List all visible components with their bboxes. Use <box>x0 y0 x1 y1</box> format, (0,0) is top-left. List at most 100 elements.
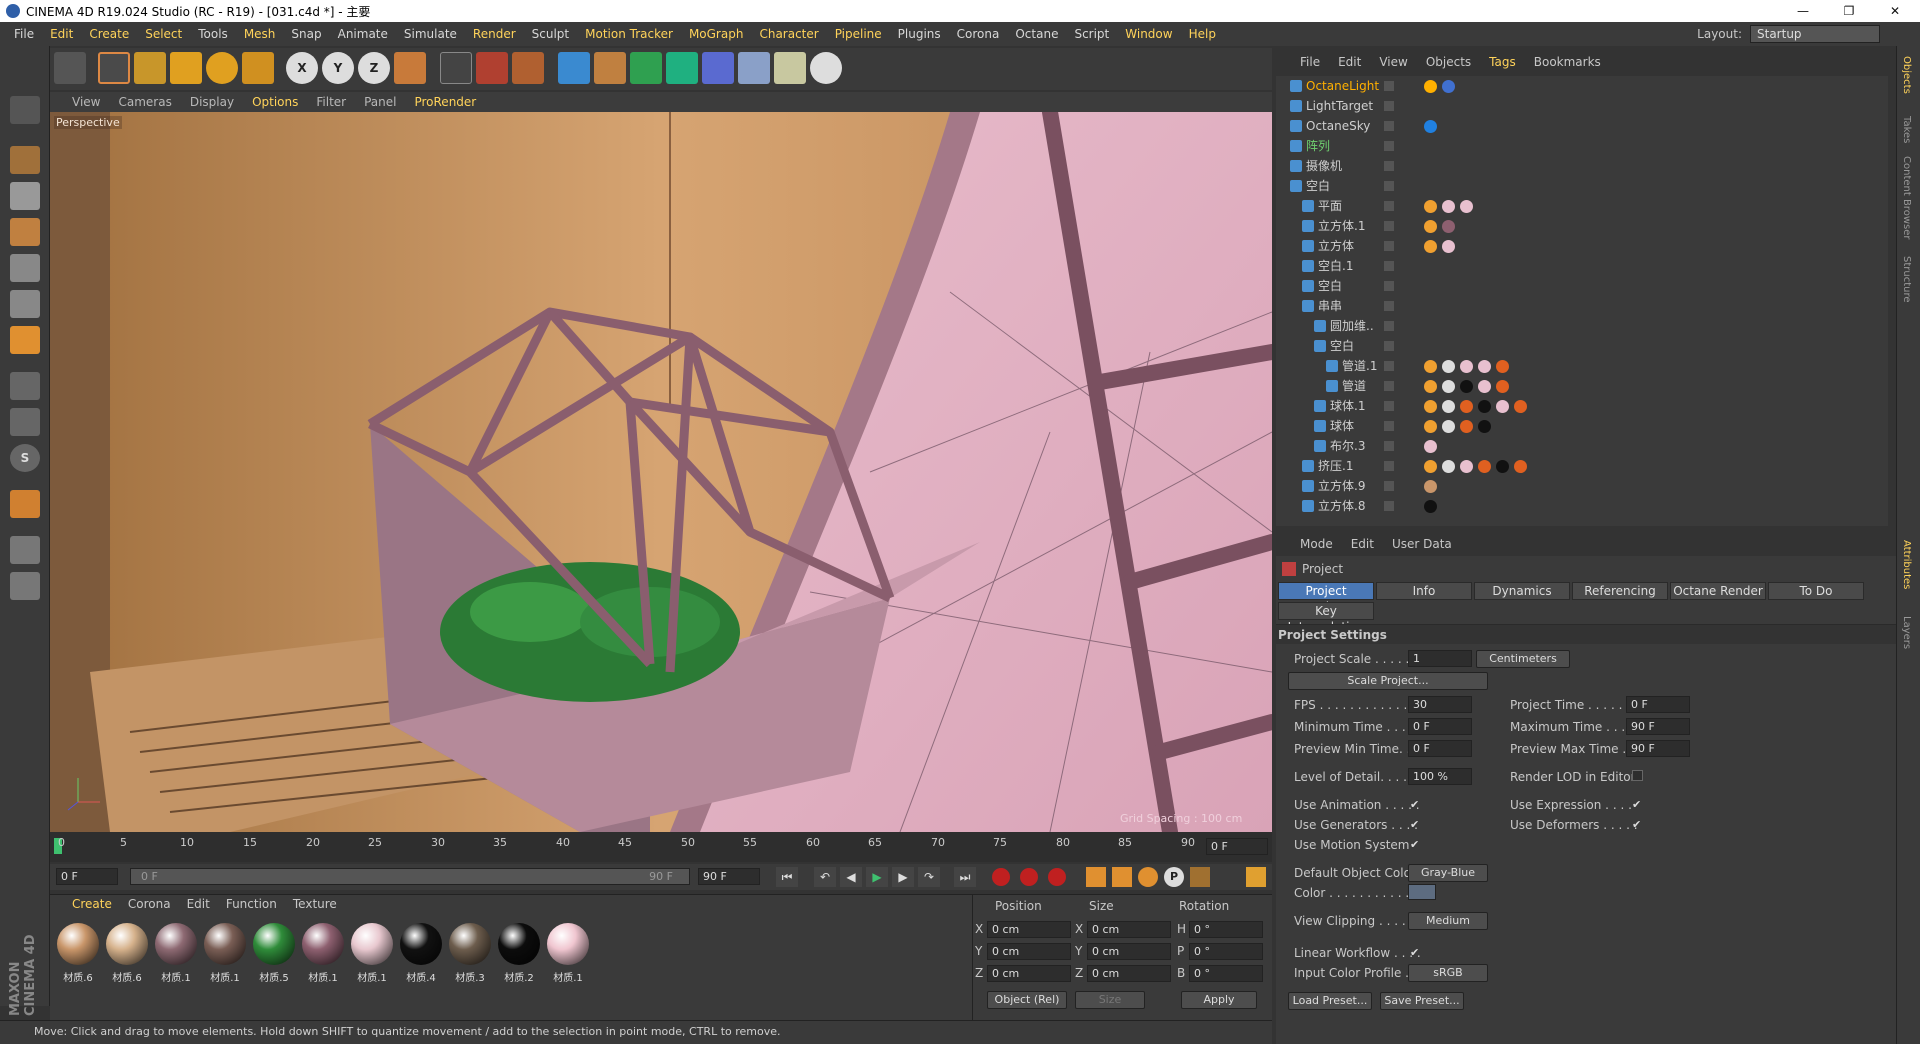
tab-project-settings[interactable]: Project Settings <box>1278 582 1374 614</box>
menu-simulate[interactable]: Simulate <box>404 27 457 41</box>
material-swatch[interactable]: 材质.1 <box>350 923 394 993</box>
tag-icon[interactable] <box>1496 460 1509 473</box>
object-row[interactable]: 空白 <box>1276 276 1888 296</box>
menu-corona[interactable]: Corona <box>957 27 1000 41</box>
size-field[interactable]: 0 cm <box>1087 943 1171 960</box>
menu-snap[interactable]: Snap <box>291 27 321 41</box>
tag-icon[interactable] <box>1424 220 1437 233</box>
menu-mograph[interactable]: MoGraph <box>689 27 744 41</box>
side-tab-takes[interactable]: Takes <box>1901 116 1912 143</box>
object-row[interactable]: 阵列 <box>1276 136 1888 156</box>
tag-icon[interactable] <box>1442 400 1455 413</box>
object-name[interactable]: 空白 <box>1306 176 1330 196</box>
object-row[interactable]: 立方体.8 <box>1276 496 1888 516</box>
timeline-window-icon[interactable] <box>1246 867 1266 887</box>
previous-key-icon[interactable]: ↶ <box>814 867 836 887</box>
tag-icon[interactable] <box>1442 380 1455 393</box>
object-name[interactable]: 球体.1 <box>1330 396 1365 416</box>
light-icon[interactable] <box>810 52 842 84</box>
visibility-toggle[interactable] <box>1384 321 1394 331</box>
camera-icon[interactable] <box>774 52 806 84</box>
object-name[interactable]: 挤压.1 <box>1318 456 1353 476</box>
magnet-icon[interactable] <box>10 490 40 518</box>
objects-menu-objects[interactable]: Objects <box>1426 55 1471 69</box>
viewport-menu-filter[interactable]: Filter <box>316 95 346 109</box>
close-button[interactable]: ✕ <box>1872 0 1918 22</box>
side-tab-content-browser[interactable]: Content Browser <box>1901 156 1912 239</box>
apply-button[interactable]: Apply <box>1181 991 1257 1009</box>
scale-tool-icon[interactable] <box>170 52 202 84</box>
rotation-field[interactable]: 0 ° <box>1189 965 1263 982</box>
current-frame-field[interactable]: 0 F <box>1206 838 1268 855</box>
material-menu-create[interactable]: Create <box>72 897 112 917</box>
object-row[interactable]: 立方体.1 <box>1276 216 1888 236</box>
solo-icon[interactable] <box>10 572 40 600</box>
object-row[interactable]: 空白 <box>1276 176 1888 196</box>
object-name[interactable]: 空白 <box>1330 336 1354 356</box>
object-row[interactable]: 空白.1 <box>1276 256 1888 276</box>
rotate-tool-icon[interactable] <box>206 52 238 84</box>
tag-icon[interactable] <box>1442 200 1455 213</box>
menu-edit[interactable]: Edit <box>50 27 73 41</box>
keyframe-selection-icon[interactable] <box>1048 868 1066 886</box>
tag-icon[interactable] <box>1478 460 1491 473</box>
objects-menu-bookmarks[interactable]: Bookmarks <box>1534 55 1601 69</box>
render-picture-viewer-icon[interactable] <box>476 52 508 84</box>
material-swatch[interactable]: 材质.3 <box>448 923 492 993</box>
start-frame-field[interactable]: 0 F <box>56 868 118 885</box>
tag-icon[interactable] <box>1478 420 1491 433</box>
tag-icon[interactable] <box>1424 440 1437 453</box>
tag-icon[interactable] <box>1424 80 1437 93</box>
position-field[interactable]: 0 cm <box>987 965 1071 982</box>
model-mode-icon[interactable] <box>10 146 40 174</box>
tag-icon[interactable] <box>1478 360 1491 373</box>
tag-icon[interactable] <box>1496 360 1509 373</box>
rotation-field[interactable]: 0 ° <box>1189 943 1263 960</box>
point-mode-icon[interactable] <box>10 254 40 282</box>
visibility-toggle[interactable] <box>1384 421 1394 431</box>
objects-menu-file[interactable]: File <box>1300 55 1320 69</box>
tag-icon[interactable] <box>1460 400 1473 413</box>
object-row[interactable]: 布尔.3 <box>1276 436 1888 456</box>
menu-window[interactable]: Window <box>1125 27 1172 41</box>
viewport-menu-display[interactable]: Display <box>190 95 234 109</box>
object-name[interactable]: 阵列 <box>1306 136 1330 156</box>
lod-field[interactable]: 100 % <box>1408 768 1472 785</box>
end-frame-field[interactable]: 90 F <box>698 868 760 885</box>
linear-workflow-checkbox[interactable]: ✔ <box>1410 946 1419 959</box>
maximum-time-field[interactable]: 90 F <box>1626 718 1690 735</box>
object-row[interactable]: 球体 <box>1276 416 1888 436</box>
side-tab-objects[interactable]: Objects <box>1901 56 1912 94</box>
tag-icon[interactable] <box>1442 360 1455 373</box>
material-menu-texture[interactable]: Texture <box>293 897 337 917</box>
visibility-toggle[interactable] <box>1384 181 1394 191</box>
parameter-key-icon[interactable]: P <box>1164 867 1184 887</box>
load-preset-button[interactable]: Load Preset... <box>1288 992 1372 1010</box>
default-color-dropdown[interactable]: Gray-Blue <box>1408 864 1488 882</box>
object-name[interactable]: 管道 <box>1342 376 1366 396</box>
tag-icon[interactable] <box>1424 240 1437 253</box>
minimum-time-field[interactable]: 0 F <box>1408 718 1472 735</box>
object-row[interactable]: 挤压.1 <box>1276 456 1888 476</box>
tweak-mode-icon[interactable] <box>10 408 40 436</box>
visibility-toggle[interactable] <box>1384 241 1394 251</box>
material-menu-corona[interactable]: Corona <box>128 897 171 917</box>
use-generators-checkbox[interactable]: ✔ <box>1410 818 1419 831</box>
redo-icon[interactable] <box>54 52 86 84</box>
material-swatch[interactable]: 材质.1 <box>301 923 345 993</box>
tag-icon[interactable] <box>1424 360 1437 373</box>
edge-mode-icon[interactable] <box>10 290 40 318</box>
visibility-toggle[interactable] <box>1384 461 1394 471</box>
menu-sculpt[interactable]: Sculpt <box>532 27 569 41</box>
go-to-end-icon[interactable]: ⏭ <box>954 867 976 887</box>
object-row[interactable]: OctaneSky <box>1276 116 1888 136</box>
object-name[interactable]: 空白.1 <box>1318 256 1353 276</box>
deformer-icon[interactable] <box>702 52 734 84</box>
material-menu-function[interactable]: Function <box>226 897 277 917</box>
tag-icon[interactable] <box>1442 420 1455 433</box>
cloner-icon[interactable] <box>666 52 698 84</box>
object-name[interactable]: LightTarget <box>1306 96 1373 116</box>
tab-key-interpolation[interactable]: Key Interpolation <box>1278 602 1374 634</box>
object-name[interactable]: OctaneLight <box>1306 76 1379 96</box>
object-name[interactable]: 圆加维.. <box>1330 316 1374 336</box>
